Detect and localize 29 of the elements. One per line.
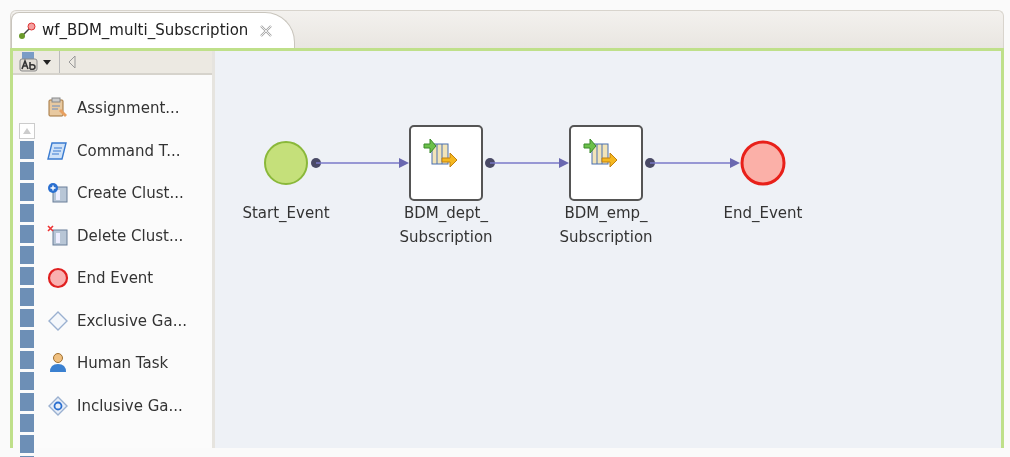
palette-item[interactable]: Inclusive Ga... bbox=[77, 394, 183, 417]
palette-item[interactable]: Delete Clust... bbox=[77, 224, 184, 247]
end-event-node bbox=[740, 140, 786, 186]
cluster-remove-icon bbox=[47, 224, 69, 247]
palette-item[interactable]: Assignment... bbox=[77, 97, 180, 120]
assignment-icon bbox=[47, 97, 69, 120]
workflow-icon bbox=[18, 21, 36, 40]
close-icon[interactable] bbox=[260, 24, 273, 37]
node-label: BDM_emp_ Subscription bbox=[559, 203, 653, 248]
palette-scrollbar[interactable] bbox=[20, 141, 34, 457]
cluster-add-icon bbox=[47, 182, 69, 205]
node-label: BDM_dept_ Subscription bbox=[399, 203, 493, 248]
person-icon bbox=[47, 352, 69, 375]
end-event-icon bbox=[47, 267, 69, 290]
node-label: End_Event bbox=[723, 203, 803, 224]
palette-item[interactable]: End Event bbox=[77, 267, 154, 290]
palette-item[interactable]: Exclusive Ga... bbox=[77, 309, 187, 332]
collapse-arrow-icon[interactable] bbox=[68, 55, 76, 69]
palette-item[interactable]: Command T... bbox=[77, 139, 181, 162]
diamond-icon bbox=[47, 309, 69, 332]
scroll-icon bbox=[47, 139, 69, 162]
up-arrow-icon bbox=[23, 128, 31, 134]
palette-item[interactable]: Human Task bbox=[77, 352, 169, 375]
node-label: Start_Event bbox=[242, 203, 330, 224]
dropdown-caret-icon[interactable] bbox=[43, 59, 51, 65]
start-event-node bbox=[264, 141, 308, 185]
palette-item[interactable]: Create Clust... bbox=[77, 182, 184, 205]
text-tool-icon[interactable] bbox=[19, 51, 39, 73]
editor-tab[interactable]: wf_BDM_multi_Subscription bbox=[11, 12, 296, 48]
